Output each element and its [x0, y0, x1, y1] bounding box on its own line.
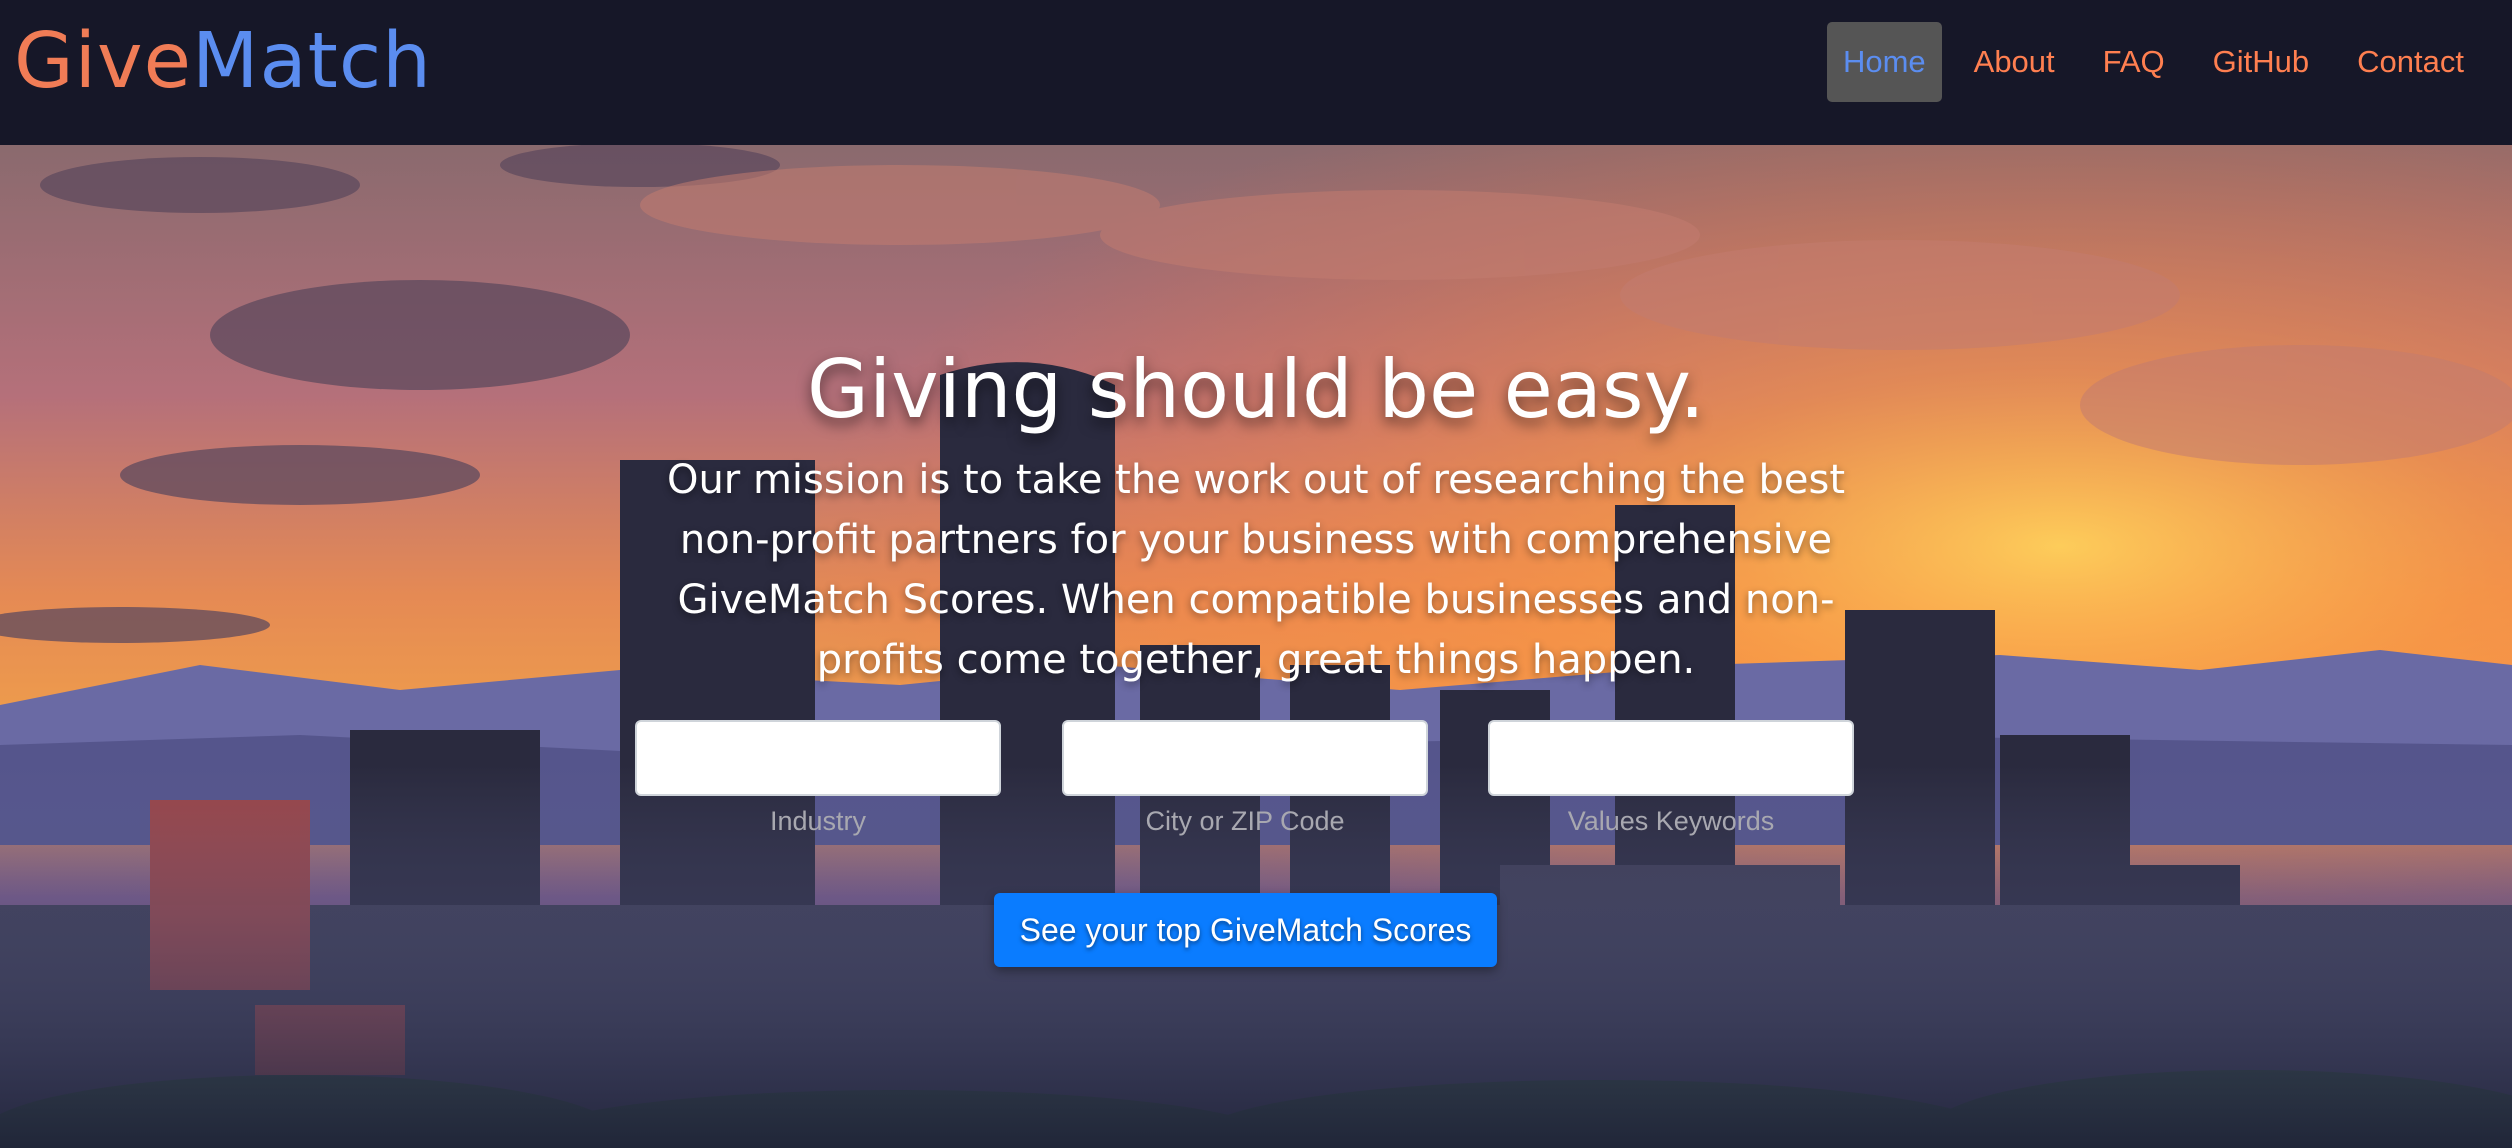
industry-input[interactable] [635, 720, 1001, 796]
brand-give-text: Give [14, 17, 193, 106]
values-keywords-input[interactable] [1488, 720, 1854, 796]
values-field-group: Values Keywords [1488, 720, 1854, 837]
nav-contact-link[interactable]: Contact [2341, 22, 2480, 102]
hero-content: Giving should be easy. Our mission is to… [0, 145, 2512, 1148]
see-scores-button[interactable]: See your top GiveMatch Scores [994, 893, 1497, 967]
nav-github-link[interactable]: GitHub [2197, 22, 2325, 102]
city-zip-input[interactable] [1062, 720, 1428, 796]
nav-faq-link[interactable]: FAQ [2087, 22, 2181, 102]
brand-logo[interactable]: GiveMatch [14, 14, 432, 110]
values-keywords-label: Values Keywords [1567, 806, 1775, 836]
location-field-group: City or ZIP Code [1062, 720, 1428, 837]
industry-label: Industry [769, 806, 867, 836]
city-zip-label: City or ZIP Code [1145, 806, 1345, 836]
nav-about-link[interactable]: About [1958, 22, 2071, 102]
nav-menu: Home About FAQ GitHub Contact [1826, 22, 2480, 102]
top-navbar: GiveMatch Home About FAQ GitHub Contact [0, 0, 2512, 145]
nav-home-link[interactable]: Home [1826, 22, 1942, 102]
industry-field-group: Industry [635, 720, 1001, 837]
brand-match-text: Match [192, 17, 432, 106]
hero-section: Giving should be easy. Our mission is to… [0, 145, 2512, 1148]
hero-headline: Giving should be easy. [807, 343, 1705, 436]
mission-statement: Our mission is to take the work out of r… [666, 457, 1846, 683]
